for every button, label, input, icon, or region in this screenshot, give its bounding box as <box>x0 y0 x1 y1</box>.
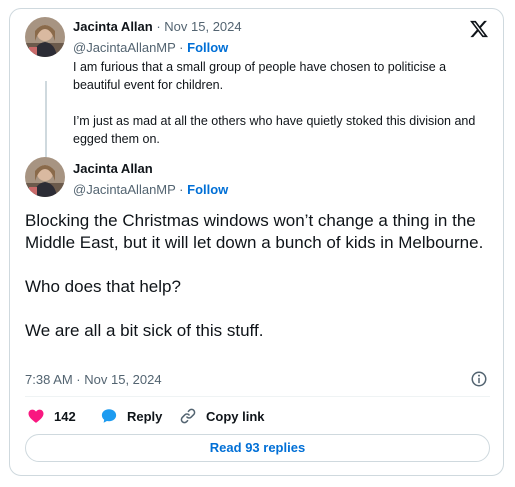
quoted-paragraph: I’m just as mad at all the others who ha… <box>73 114 476 146</box>
main-handle-line: @JacintaAllanMP · Follow <box>73 182 229 197</box>
like-count: 142 <box>54 408 76 424</box>
quoted-author-name[interactable]: Jacinta Allan <box>73 19 153 34</box>
quoted-date[interactable]: Nov 15, 2024 <box>164 19 241 34</box>
main-author-name[interactable]: Jacinta Allan <box>73 161 153 176</box>
main-paragraph: Blocking the Christmas windows won’t cha… <box>25 211 484 252</box>
tweet-timestamp[interactable]: 7:38 AM · Nov 15, 2024 <box>25 372 162 387</box>
like-button[interactable]: 142 <box>27 406 76 426</box>
main-follow-link[interactable]: Follow <box>187 182 228 197</box>
quoted-tweet-text: I am furious that a small group of peopl… <box>73 58 493 148</box>
copy-link-button[interactable]: Copy link <box>179 406 265 426</box>
main-handle[interactable]: @JacintaAllanMP <box>73 182 176 197</box>
main-avatar[interactable] <box>25 157 65 197</box>
divider <box>25 396 490 397</box>
info-icon[interactable] <box>470 370 488 388</box>
quoted-handle[interactable]: @JacintaAllanMP <box>73 40 176 55</box>
embedded-tweet-card: Jacinta Allan · Nov 15, 2024 @JacintaAll… <box>9 8 504 476</box>
reply-button[interactable]: Reply <box>100 406 162 426</box>
quoted-follow-link[interactable]: Follow <box>187 40 228 55</box>
main-paragraph: Who does that help? <box>25 277 181 296</box>
quoted-paragraph: I am furious that a small group of peopl… <box>73 60 447 92</box>
quoted-author-line: Jacinta Allan · Nov 15, 2024 <box>73 19 242 34</box>
x-logo-icon[interactable] <box>469 19 489 39</box>
read-replies-button[interactable]: Read 93 replies <box>25 434 490 462</box>
main-paragraph: We are all a bit sick of this stuff. <box>25 321 264 340</box>
main-tweet-text: Blocking the Christmas windows won’t cha… <box>25 210 495 342</box>
quoted-date-separator: · <box>152 19 165 34</box>
reply-label: Reply <box>127 408 163 424</box>
thread-connector <box>45 81 47 161</box>
speech-bubble-icon <box>101 409 117 423</box>
heart-icon <box>28 409 44 423</box>
copy-link-label: Copy link <box>206 408 265 424</box>
quoted-avatar[interactable] <box>25 17 65 57</box>
link-icon <box>180 408 196 424</box>
quoted-handle-line: @JacintaAllanMP · Follow <box>73 40 229 55</box>
